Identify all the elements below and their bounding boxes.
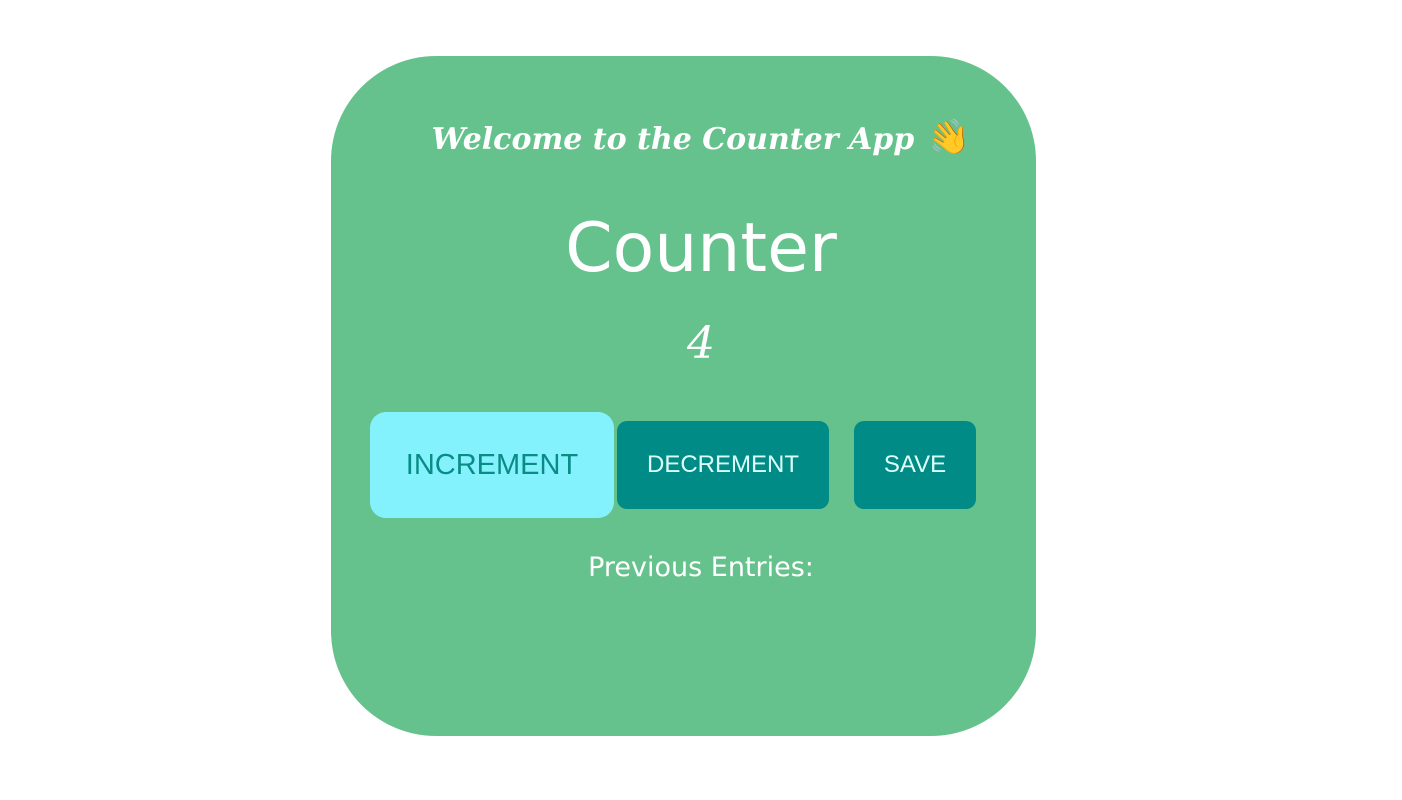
counter-value: 4 bbox=[687, 318, 715, 369]
page: Welcome to the Counter App 👋 Counter 4 IN… bbox=[0, 0, 1402, 800]
previous-entries-heading: Previous Entries: bbox=[588, 552, 814, 583]
welcome-heading: Welcome to the Counter App 👋 bbox=[0, 112, 1402, 166]
increment-button[interactable]: INCREMENT bbox=[370, 412, 614, 518]
waving-hand-icon: 👋 bbox=[925, 114, 974, 162]
welcome-text: Welcome to the Counter App bbox=[431, 122, 915, 157]
save-button[interactable]: SAVE bbox=[854, 421, 976, 509]
page-title: Counter bbox=[565, 209, 837, 288]
decrement-button[interactable]: DECREMENT bbox=[617, 421, 829, 509]
